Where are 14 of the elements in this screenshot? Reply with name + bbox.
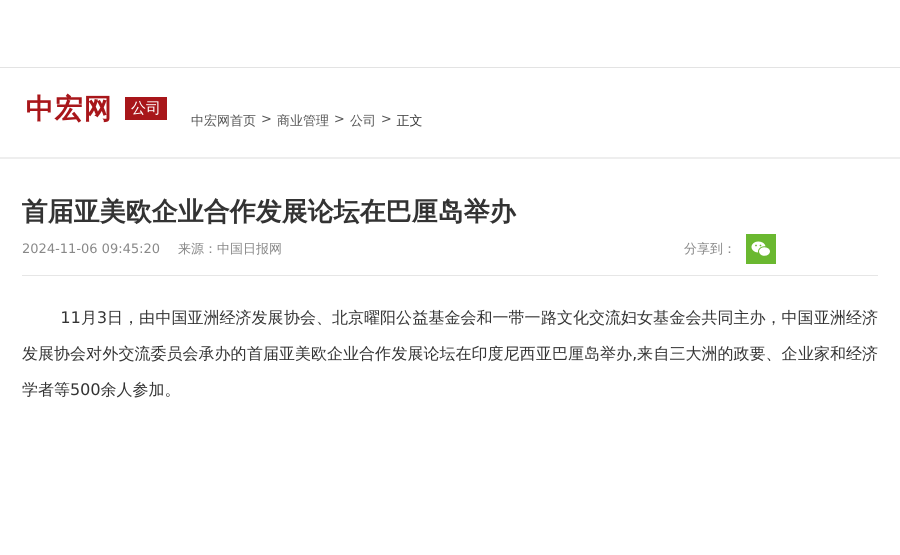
breadcrumb-link[interactable]: 公司 (350, 112, 376, 130)
breadcrumb-link[interactable]: 商业管理 (276, 112, 329, 130)
breadcrumb-link[interactable]: 中宏网首页 (191, 112, 256, 130)
article-paragraph: 11月3日，由中国亚洲经济发展协会、北京曜阳公益基金会和一带一路文化交流妇女基金会共同主办，中国亚洲经济发展协会对外交流委员会承办的首届亚美欧企业合作发展论坛在印度尼西亚巴厘岛举办,来自三大洲的政要、企业家和经济学者等500余人参加。 (22, 307, 878, 401)
publish-date: 2024-11-06 09:45:20 (22, 242, 160, 256)
article-source: 来源：中国日报网 (178, 241, 282, 258)
breadcrumb-separator: > (261, 112, 272, 128)
section-badge: 公司 (125, 97, 167, 120)
article-title: 首届亚美欧企业合作发展论坛在巴厘岛举办 (22, 196, 518, 229)
breadcrumb-separator: > (380, 112, 392, 128)
share-label: 分享到： (684, 241, 736, 258)
chat-bubbles-icon[interactable] (746, 234, 776, 264)
breadcrumb-separator: > (334, 112, 345, 128)
site-logo[interactable]: 中宏网 (26, 90, 113, 128)
